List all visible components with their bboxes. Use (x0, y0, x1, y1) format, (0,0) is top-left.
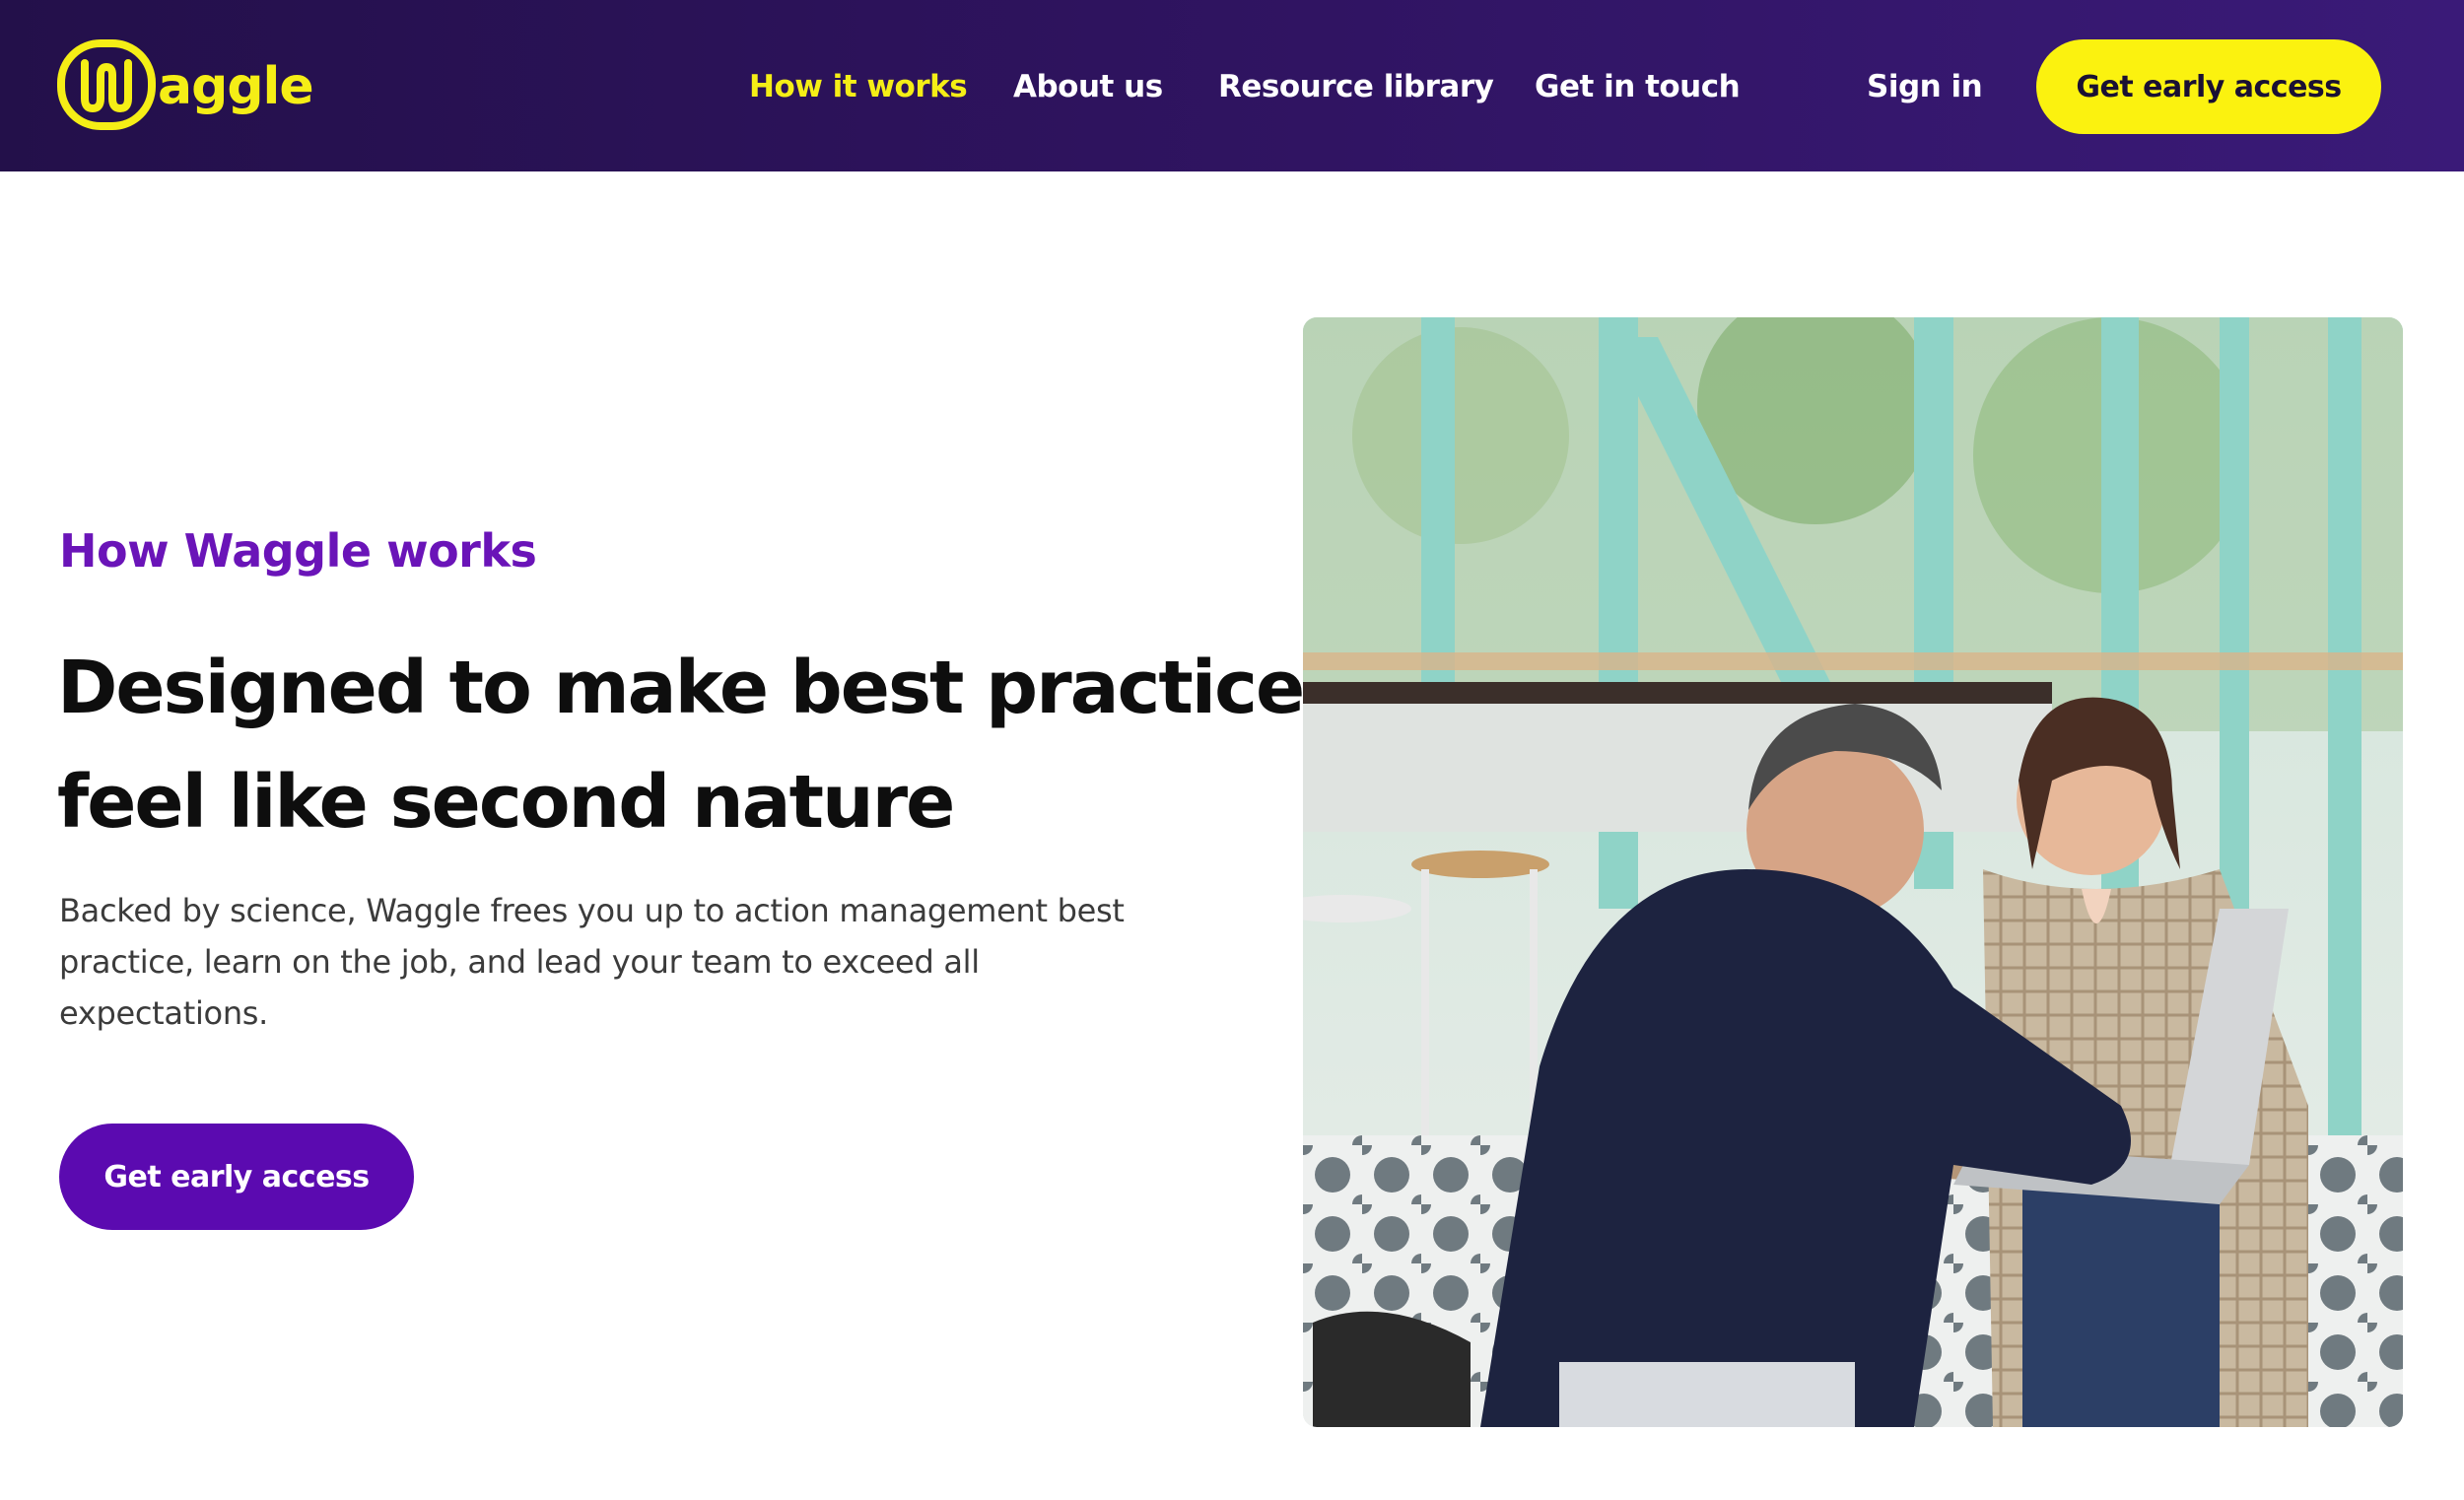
header-get-early-access-button[interactable]: Get early access (2036, 39, 2381, 134)
nav-resource-library[interactable]: Resource library (1218, 65, 1494, 108)
hero-headline-line-2: feel like second nature (57, 760, 955, 845)
hero-headline: Designed to make best practice feel like… (57, 631, 1329, 859)
hero-headline-line-1: Designed to make best practice (57, 646, 1305, 730)
hero-photo (1303, 317, 2403, 1427)
sign-in-link[interactable]: Sign in (1867, 65, 1983, 108)
nav-get-in-touch[interactable]: Get in touch (1535, 65, 1741, 108)
hero-eyebrow: How Waggle works (59, 524, 537, 578)
hero-get-early-access-button[interactable]: Get early access (59, 1124, 414, 1230)
photo-two-people-laptop-icon (1303, 317, 2403, 1427)
site-header: aggle How it works About us Resource lib… (0, 0, 2464, 171)
nav-how-it-works[interactable]: How it works (749, 65, 968, 108)
nav-about-us[interactable]: About us (1013, 65, 1163, 108)
hero-description: Backed by science, Waggle frees you up t… (59, 892, 1125, 1032)
